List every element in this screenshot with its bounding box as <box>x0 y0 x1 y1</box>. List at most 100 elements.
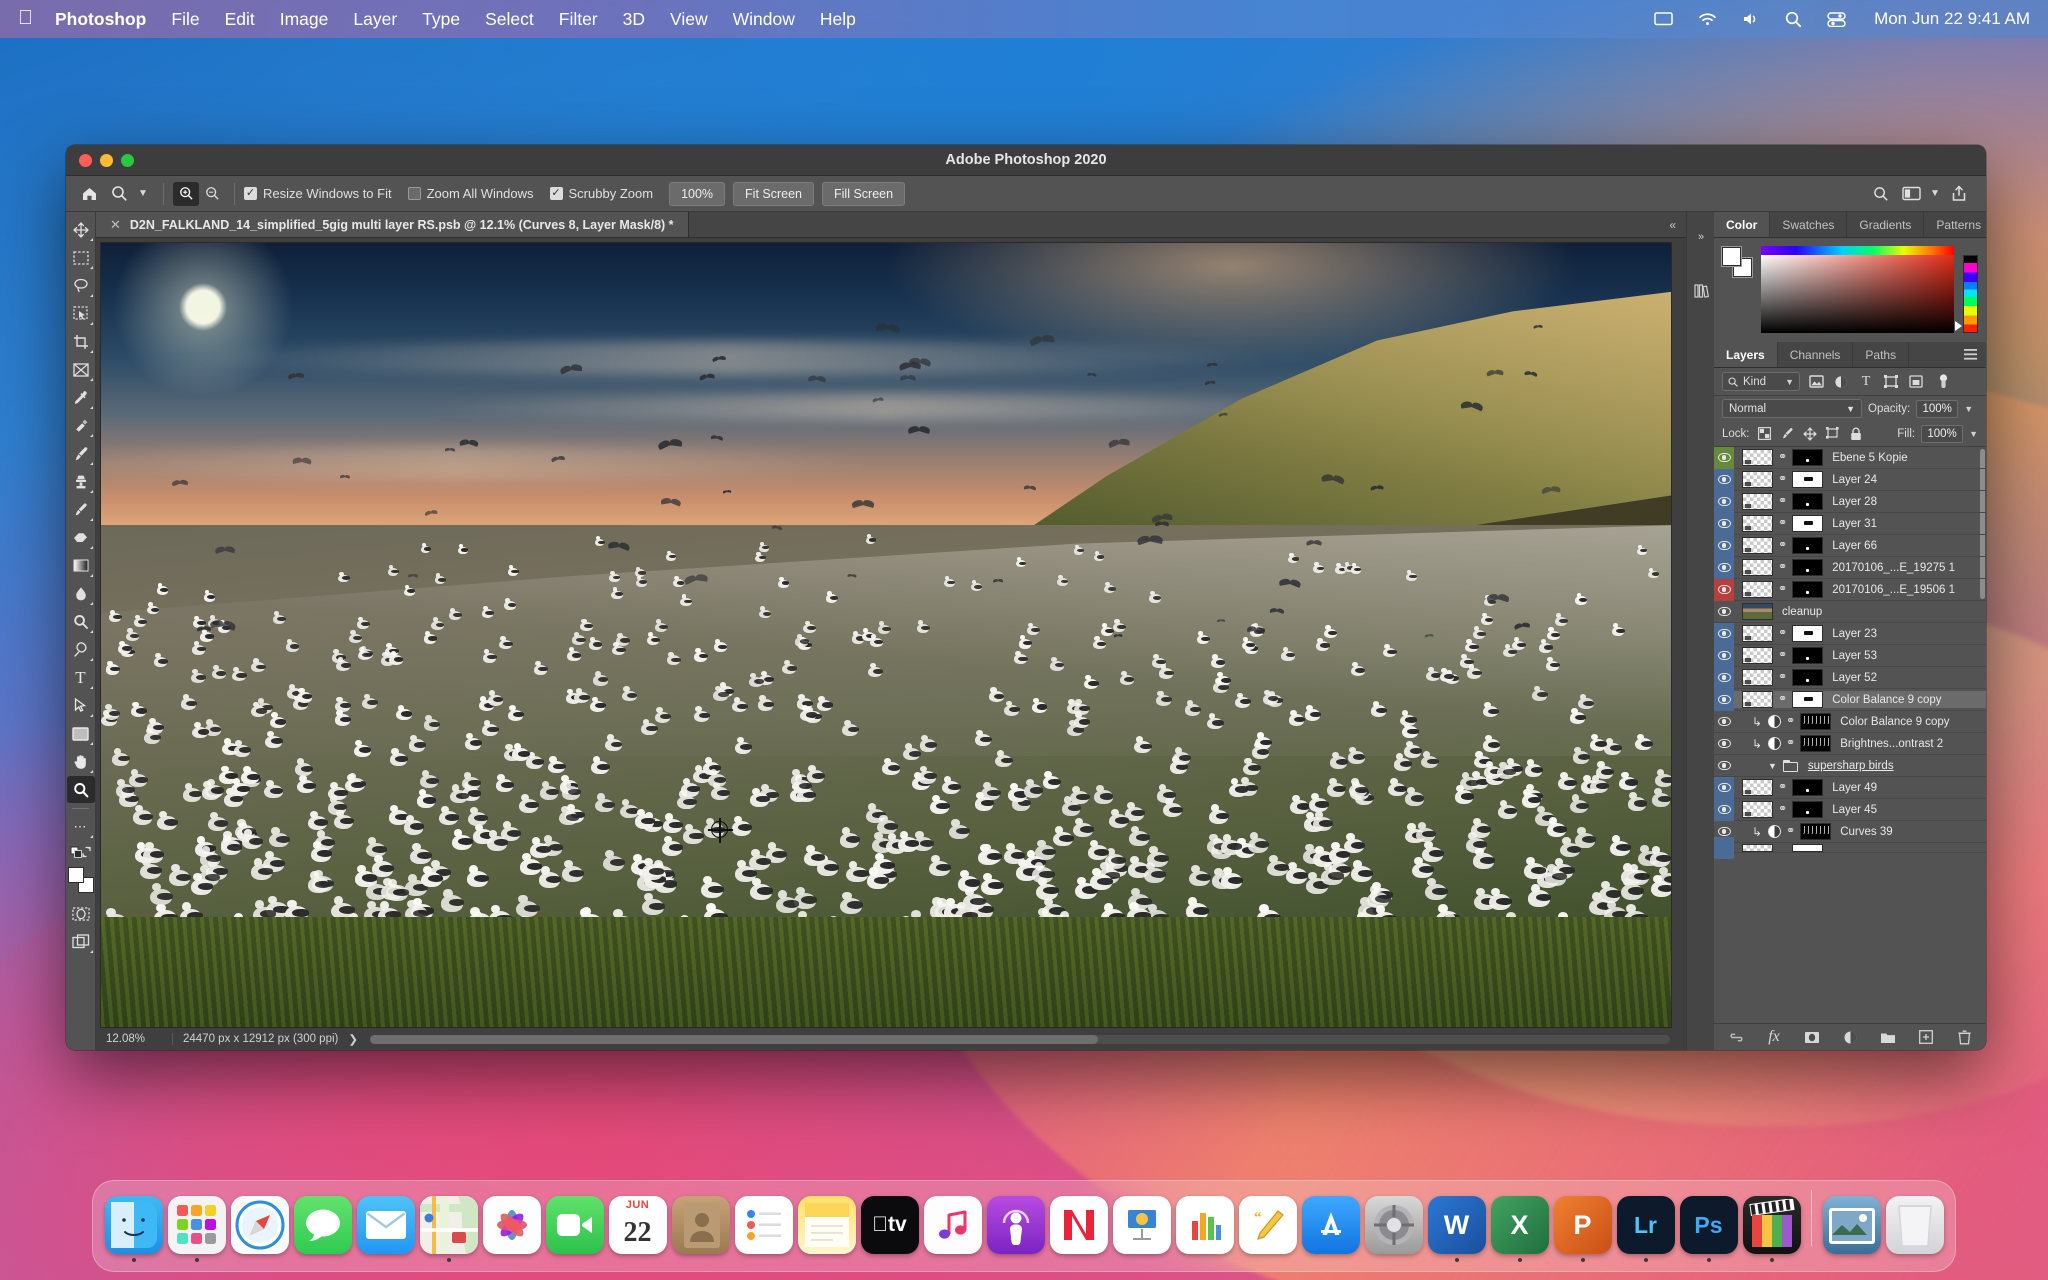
layer-thumbnail[interactable] <box>1742 493 1773 510</box>
layer-row-body[interactable]: ⚭ Layer 24 <box>1734 471 1986 488</box>
hue-slider[interactable] <box>1963 255 1978 333</box>
foreground-background-color[interactable] <box>67 867 94 893</box>
layer-visibility-toggle[interactable] <box>1714 622 1734 645</box>
mail-icon[interactable] <box>356 1196 415 1254</box>
volume-icon[interactable] <box>1742 12 1760 26</box>
lock-image-pixels-icon[interactable] <box>1779 425 1796 442</box>
double-chevron-left-icon[interactable]: « <box>1659 212 1686 237</box>
layer-row-body[interactable] <box>1734 843 1986 852</box>
link-mask-icon[interactable]: ⚭ <box>1778 474 1787 485</box>
dock-item-launchpad[interactable] <box>165 1196 228 1262</box>
contacts-icon[interactable] <box>671 1196 730 1254</box>
delete-layer-icon[interactable] <box>1955 1028 1973 1046</box>
layer-row[interactable]: ⚭ 20170106_...E_19506 1 <box>1714 578 1986 601</box>
lock-position-icon[interactable] <box>1802 425 1819 442</box>
scrollbar-thumb[interactable] <box>370 1034 1098 1044</box>
shape-layer-filter-icon[interactable] <box>1882 373 1900 391</box>
quick-mask-mode-icon[interactable] <box>67 900 95 927</box>
foreground-color-swatch[interactable] <box>67 867 84 883</box>
tab-paths[interactable]: Paths <box>1853 342 1910 367</box>
panel-menu-icon[interactable] <box>1955 342 1986 367</box>
menubar-clock[interactable]: Mon Jun 22 9:41 AM <box>1874 9 2030 29</box>
dock-item-news[interactable] <box>1047 1196 1110 1262</box>
dock-item-pages[interactable]: “ <box>1236 1196 1299 1262</box>
layer-row-body[interactable]: ⚭ Layer 45 <box>1734 801 1986 818</box>
layer-visibility-toggle[interactable] <box>1714 578 1734 601</box>
dock-item-adobe-photoshop[interactable]: Ps <box>1677 1196 1740 1262</box>
calendar-icon[interactable]: JUN 22 <box>608 1196 667 1254</box>
layer-mask-thumbnail[interactable] <box>1792 449 1824 466</box>
microsoft-word-icon[interactable]: W <box>1427 1196 1486 1254</box>
podcasts-icon[interactable] <box>986 1196 1045 1254</box>
dock-item-mail[interactable] <box>354 1196 417 1262</box>
layer-mask-thumbnail[interactable] <box>1792 493 1824 510</box>
dock-item-trash[interactable] <box>1883 1196 1946 1262</box>
layer-row-body[interactable]: ⚭ Layer 23 <box>1734 625 1986 642</box>
type-layer-filter-icon[interactable]: T <box>1857 373 1875 391</box>
dock-item-reminders[interactable] <box>732 1196 795 1262</box>
layer-row[interactable]: ↳ ⚭ Curves 39 <box>1714 821 1986 843</box>
pen-tool[interactable] <box>67 636 95 663</box>
dock-item-podcasts[interactable] <box>984 1196 1047 1262</box>
tab-patterns[interactable]: Patterns <box>1924 212 1986 237</box>
layer-style-fx-icon[interactable]: fx <box>1765 1028 1783 1046</box>
fit-screen-button[interactable]: Fit Screen <box>733 181 815 206</box>
brush-tool[interactable] <box>67 440 95 467</box>
document-tab[interactable]: ✕ D2N_FALKLAND_14_simplified_5gig multi … <box>96 212 689 237</box>
move-tool[interactable] <box>67 216 95 243</box>
layer-thumbnail[interactable] <box>1742 669 1773 686</box>
fill-value[interactable]: 100% <box>1921 424 1964 443</box>
blend-mode-select[interactable]: Normal ▼ <box>1722 399 1862 418</box>
crop-tool[interactable] <box>67 328 95 355</box>
link-mask-icon[interactable]: ⚭ <box>1778 452 1787 463</box>
layer-visibility-toggle[interactable] <box>1714 534 1734 557</box>
frame-tool[interactable] <box>67 356 95 383</box>
home-icon[interactable] <box>76 182 102 206</box>
dock-item-safari[interactable] <box>228 1196 291 1262</box>
type-tool[interactable]: T <box>67 664 95 691</box>
new-adjustment-layer-icon[interactable] <box>1841 1028 1859 1046</box>
tab-gradients[interactable]: Gradients <box>1847 212 1925 237</box>
menu-item-edit[interactable]: Edit <box>225 9 255 30</box>
control-center-icon[interactable] <box>1827 11 1846 27</box>
dock-item-adobe-lightroom[interactable]: Lr <box>1614 1196 1677 1262</box>
layer-mask-thumbnail[interactable] <box>1792 515 1824 532</box>
saturation-value-field[interactable] <box>1761 255 1954 333</box>
dock-item-numbers[interactable] <box>1173 1196 1236 1262</box>
layer-row[interactable]: ↳ ⚭ Color Balance 9 copy <box>1714 711 1986 733</box>
layer-mask-thumbnail[interactable] <box>1792 559 1824 576</box>
layer-thumbnail[interactable] <box>1742 559 1773 576</box>
menu-item-help[interactable]: Help <box>820 9 856 30</box>
minimize-button[interactable] <box>100 153 113 167</box>
layer-row[interactable]: ⚭ Layer 52 <box>1714 666 1986 689</box>
adjustment-layer-icon[interactable] <box>1768 737 1781 750</box>
adobe-lightroom-icon[interactable]: Lr <box>1616 1196 1675 1254</box>
layer-row-body[interactable]: ⚭ Ebene 5 Kopie <box>1734 449 1986 466</box>
layer-list[interactable]: ⚭ Ebene 5 Kopie ⚭ Layer 24 ⚭ Layer 28 ⚭ Layer 3… <box>1714 446 1986 1023</box>
dock-item-downloads-stack[interactable] <box>1820 1196 1883 1262</box>
add-layer-mask-icon[interactable] <box>1803 1028 1821 1046</box>
chevron-down-icon[interactable]: ▼ <box>1768 761 1777 771</box>
layer-visibility-toggle[interactable] <box>1714 490 1734 513</box>
foreground-color-swatch[interactable] <box>1722 247 1741 266</box>
layer-row[interactable]: ⚭ Layer 23 <box>1714 622 1986 645</box>
layer-row-body[interactable]: ▼ supersharp birds <box>1734 759 1986 772</box>
color-spectrum-strip[interactable] <box>1761 246 1954 255</box>
layer-thumbnail[interactable] <box>1742 691 1773 708</box>
dock-item-system-preferences[interactable] <box>1362 1196 1425 1262</box>
layer-visibility-toggle[interactable] <box>1714 776 1734 799</box>
menu-item-file[interactable]: File <box>171 9 199 30</box>
menu-item-view[interactable]: View <box>670 9 708 30</box>
apple-tv-icon[interactable]: tv <box>860 1196 919 1254</box>
chevron-down-icon[interactable]: ▼ <box>1969 429 1978 439</box>
chevron-down-icon[interactable]: ▼ <box>136 182 150 206</box>
photos-icon[interactable] <box>482 1196 541 1254</box>
layer-row[interactable]: ▼ supersharp birds <box>1714 755 1986 777</box>
layer-thumbnail[interactable] <box>1742 625 1773 642</box>
zoom-level[interactable]: 12.08% <box>106 1033 168 1045</box>
dock-item-apple-tv[interactable]: tv <box>858 1196 921 1262</box>
layer-row-body[interactable]: ⚭ 20170106_...E_19275 1 <box>1734 559 1986 576</box>
layer-thumbnail[interactable] <box>1742 603 1773 620</box>
zoom-in-icon[interactable] <box>173 181 199 206</box>
dock-item-microsoft-powerpoint[interactable]: P <box>1551 1196 1614 1262</box>
